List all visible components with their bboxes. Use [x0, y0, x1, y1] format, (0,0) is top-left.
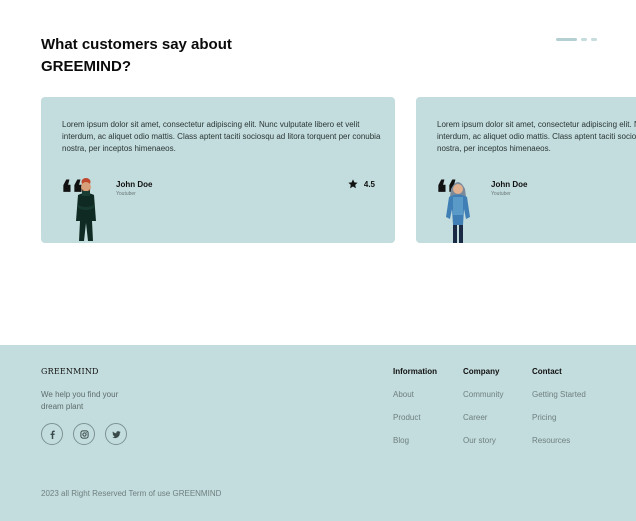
footer-column-information: Information About Product Blog — [393, 367, 437, 448]
footer-link-product[interactable]: Product — [393, 413, 437, 425]
customer-photo — [76, 178, 96, 241]
star-icon — [348, 179, 358, 189]
footer-link-about[interactable]: About — [393, 390, 437, 402]
pager-dot-2[interactable] — [581, 38, 587, 41]
footer-column-company: Company Community Career Our story — [463, 367, 503, 448]
carousel-pager — [556, 38, 597, 41]
footer-column-title: Company — [463, 367, 500, 376]
footer-link-pricing[interactable]: Pricing — [532, 413, 586, 425]
testimonial-card: Lorem ipsum dolor sit amet, consectetur … — [41, 97, 395, 243]
pager-dot-1[interactable] — [556, 38, 577, 41]
author-name: John Doe — [491, 180, 528, 189]
testimonials-section: What customers say about GREEMIND? Lorem… — [0, 0, 636, 345]
copyright-text: 2023 all Right Reserved Term of use GREE… — [41, 489, 222, 498]
author-name: John Doe — [116, 180, 153, 189]
twitter-icon — [111, 430, 121, 438]
footer-tagline: We help you find your dream plant — [41, 390, 119, 411]
instagram-button[interactable] — [73, 423, 95, 445]
rating: 4.5 — [348, 179, 375, 189]
testimonial-text: Lorem ipsum dolor sit amet, consectetur … — [62, 120, 381, 153]
twitter-button[interactable] — [105, 423, 127, 445]
footer: GREENMIND We help you find your dream pl… — [0, 345, 636, 521]
rating-value: 4.5 — [363, 179, 375, 189]
instagram-icon — [79, 429, 89, 439]
customer-photo — [446, 182, 470, 243]
footer-link-resources[interactable]: Resources — [532, 436, 586, 448]
author-role: Youtuber — [491, 191, 511, 197]
author-role: Youtuber — [116, 191, 136, 197]
section-title: What customers say about GREEMIND? — [41, 36, 232, 75]
footer-link-our-story[interactable]: Our story — [463, 436, 503, 448]
footer-column-title: Contact — [532, 367, 562, 376]
footer-link-getting-started[interactable]: Getting Started — [532, 390, 586, 402]
facebook-icon — [50, 430, 55, 439]
footer-link-blog[interactable]: Blog — [393, 436, 437, 448]
footer-link-career[interactable]: Career — [463, 413, 503, 425]
footer-brand-logo[interactable]: GREENMIND — [41, 367, 99, 376]
footer-column-contact: Contact Getting Started Pricing Resource… — [532, 367, 586, 448]
testimonial-card: Lorem ipsum dolor sit amet, consectetur … — [416, 97, 636, 243]
footer-link-community[interactable]: Community — [463, 390, 503, 402]
social-links — [41, 423, 127, 445]
facebook-button[interactable] — [41, 423, 63, 445]
pager-dot-3[interactable] — [591, 38, 597, 41]
testimonial-text: Lorem ipsum dolor sit amet, consectetur … — [437, 120, 636, 153]
footer-column-title: Information — [393, 367, 437, 376]
